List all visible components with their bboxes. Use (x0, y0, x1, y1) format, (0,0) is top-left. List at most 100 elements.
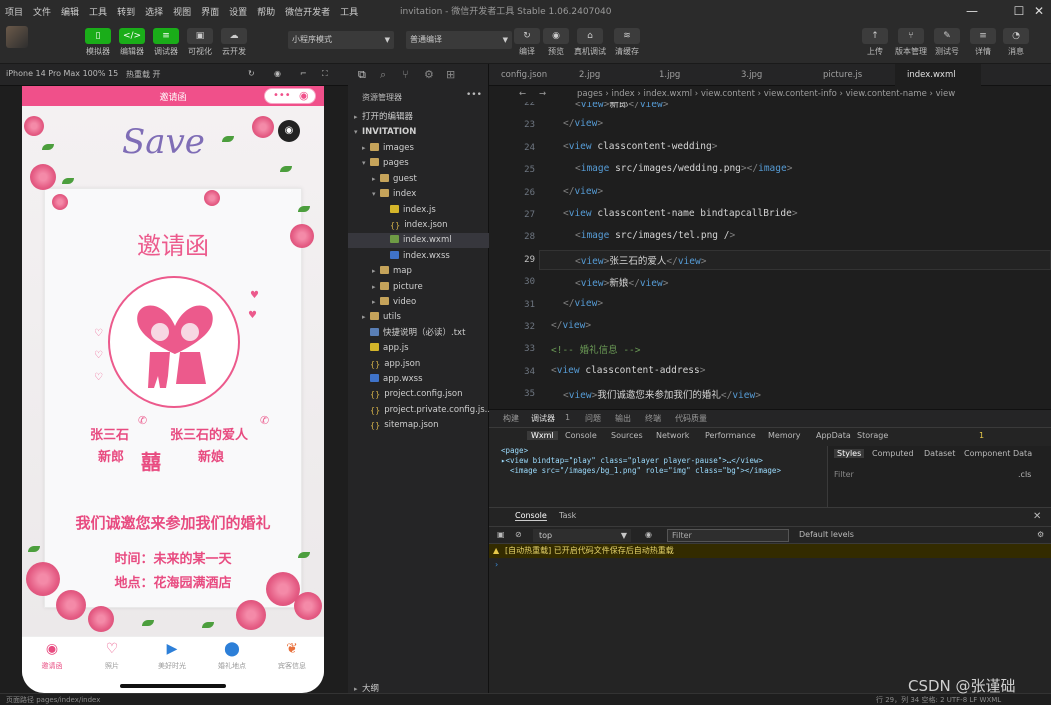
panel-tab[interactable]: 构建 (503, 413, 519, 424)
menu-item[interactable]: 工具 (84, 5, 112, 18)
context-select[interactable]: top ▼ (533, 529, 631, 542)
editor-tab[interactable]: picture.js (811, 64, 889, 86)
devtools-tab[interactable]: Console (565, 431, 597, 440)
search-icon[interactable]: ⌕ (380, 68, 386, 82)
devtools-tab[interactable]: Network (656, 431, 689, 440)
tab-guest[interactable]: ❦ 宾客信息 (262, 640, 322, 671)
debugger-button[interactable]: ≡ 调试器 (150, 28, 182, 57)
page-path[interactable]: 页面路径 pages/index/index (6, 695, 100, 705)
editor-tab[interactable]: index.wxml (895, 64, 981, 86)
tree-item[interactable]: app.js (348, 341, 489, 356)
tree-item[interactable]: ▸ guest (348, 172, 489, 187)
tree-item[interactable]: ▸ utils (348, 310, 489, 325)
code-line[interactable]: <view classcontent-name bindtapcallBride… (563, 208, 798, 219)
project-section[interactable]: ▾ INVITATION (348, 125, 489, 140)
styles-tab[interactable]: Dataset (924, 449, 955, 458)
devtools-tab[interactable]: Memory (768, 431, 801, 440)
compile-button[interactable]: ↻ 编译 (511, 28, 543, 57)
menu-item[interactable]: 工具 (335, 5, 363, 18)
bride-name[interactable]: 张三石的爱人 (170, 424, 248, 443)
code-line[interactable]: </view> (563, 298, 603, 309)
menu-item[interactable]: 帮助 (252, 5, 280, 18)
dom-tree[interactable]: <page> ▸<view bindtap="play" class="playe… (489, 446, 819, 508)
menu-item[interactable]: 视图 (168, 5, 196, 18)
tree-item[interactable]: {} app.json (348, 357, 489, 372)
music-button[interactable]: ◉ (278, 120, 300, 142)
menu-item[interactable]: 选择 (140, 5, 168, 18)
panel-tab[interactable]: 1 (565, 413, 570, 422)
code-line[interactable]: <image src/images/wedding.png></image> (575, 163, 792, 174)
tree-item[interactable]: ▾ pages (348, 156, 489, 171)
console-filter-input[interactable]: Filter (667, 529, 789, 542)
tab-video[interactable]: ▶ 美好时光 (142, 640, 202, 671)
eye-icon[interactable]: ◉ (645, 530, 652, 539)
debug-icon[interactable]: ⚙ (424, 68, 434, 81)
back-icon[interactable]: ← (519, 86, 526, 102)
clear-icon[interactable]: ⊘ (515, 530, 522, 539)
close-icon[interactable]: ✕ (1030, 2, 1048, 20)
code-line[interactable]: <!-- 婚礼信息 --> (551, 342, 640, 356)
tab-invitation[interactable]: ◉ 邀请函 (22, 640, 82, 671)
remote-debug-button[interactable]: ⌂ 真机调试 (574, 28, 606, 57)
branch-icon[interactable]: ⑂ (402, 68, 409, 81)
close-icon[interactable]: ✕ (1033, 511, 1041, 522)
tree-item[interactable]: ▸ picture (348, 280, 489, 295)
tree-item[interactable]: index.js (348, 203, 489, 218)
tree-item[interactable]: {} project.private.config.js... (348, 403, 493, 418)
code-line[interactable]: </view> (563, 118, 603, 129)
device-select[interactable]: iPhone 14 Pro Max 100% 15 (6, 69, 118, 78)
avatar[interactable] (6, 26, 28, 48)
groom-name[interactable]: 张三石 (90, 424, 129, 443)
panel-tab[interactable]: 代码质量 (675, 413, 707, 424)
tree-item[interactable]: ▸ images (348, 141, 489, 156)
hotreload-select[interactable]: 热重载 开 (126, 69, 161, 80)
version-button[interactable]: ⑂ 版本管理 (895, 28, 927, 57)
editor-tab[interactable]: 1.jpg (647, 64, 725, 86)
tree-item[interactable]: ▸ map (348, 264, 489, 279)
more-icon[interactable]: ••• (466, 90, 482, 100)
mode-select[interactable]: 小程序模式 ▼ (288, 31, 394, 49)
compile-select[interactable]: 普通编译 ▼ (406, 31, 512, 49)
tree-item[interactable]: {} index.json (348, 218, 489, 233)
dom-node[interactable]: ▸<view bindtap="play" class="player play… (489, 456, 819, 466)
console-tab[interactable]: Console (515, 511, 547, 521)
code-line[interactable]: <view>新郎</view> (575, 102, 668, 110)
more-icon[interactable]: ••• (273, 90, 291, 101)
open-editors-section[interactable]: ▸ 打开的编辑器 (348, 110, 489, 125)
screenshot-icon[interactable]: ⛶ (322, 69, 328, 79)
tree-item[interactable]: app.wxss (348, 372, 489, 387)
simulator-button[interactable]: ▯ 模拟器 (82, 28, 114, 57)
editor-tab[interactable]: 3.jpg (729, 64, 805, 86)
code-editor[interactable]: 22 <view>新郎</view> 23 </view> 24 <view classc… (489, 102, 1051, 402)
record-icon[interactable]: ◉ (299, 89, 309, 102)
cloud-button[interactable]: ☁ 云开发 (218, 28, 250, 57)
code-line[interactable]: </view> (551, 320, 591, 331)
panel-tab[interactable]: 终端 (645, 413, 661, 424)
warning-count[interactable]: 1 (979, 431, 984, 440)
gear-icon[interactable]: ⚙ (1037, 530, 1044, 539)
tree-item[interactable]: {} project.config.json (348, 387, 489, 402)
files-icon[interactable]: ⧉ (358, 68, 366, 82)
test-account-button[interactable]: ✎ 测试号 (931, 28, 963, 57)
code-line[interactable]: <view>我们诚邀您来参加我们的婚礼</view> (563, 387, 761, 401)
menu-item[interactable]: 转到 (112, 5, 140, 18)
editor-button[interactable]: </> 编辑器 (116, 28, 148, 57)
tab-location[interactable]: ⬤ 婚礼地点 (202, 640, 262, 671)
task-tab[interactable]: Task (559, 511, 576, 520)
tree-item[interactable]: {} sitemap.json (348, 418, 489, 433)
menu-item[interactable]: 文件 (28, 5, 56, 18)
styles-tab[interactable]: Styles (834, 449, 865, 458)
devtools-tab[interactable]: AppData (816, 431, 851, 440)
upload-button[interactable]: ↑ 上传 (859, 28, 891, 57)
editor-tab[interactable]: 2.jpg (567, 64, 641, 86)
dom-node[interactable]: <image src="/images/bg_1.png" role="img"… (489, 466, 819, 476)
reload-icon[interactable]: ↻ (248, 69, 255, 78)
code-line[interactable]: <image src/images/tel.png /> (575, 230, 735, 241)
tab-photo[interactable]: ♡ 照片 (82, 640, 142, 671)
devtools-tab[interactable]: Storage (857, 431, 888, 440)
styles-tab[interactable]: Computed (872, 449, 914, 458)
code-line[interactable]: <view>张三石的爱人</view> (575, 253, 706, 267)
styles-filter-input[interactable]: Filter (834, 470, 854, 479)
tree-item[interactable]: ▾ index (348, 187, 489, 202)
menu-item[interactable]: 界面 (196, 5, 224, 18)
